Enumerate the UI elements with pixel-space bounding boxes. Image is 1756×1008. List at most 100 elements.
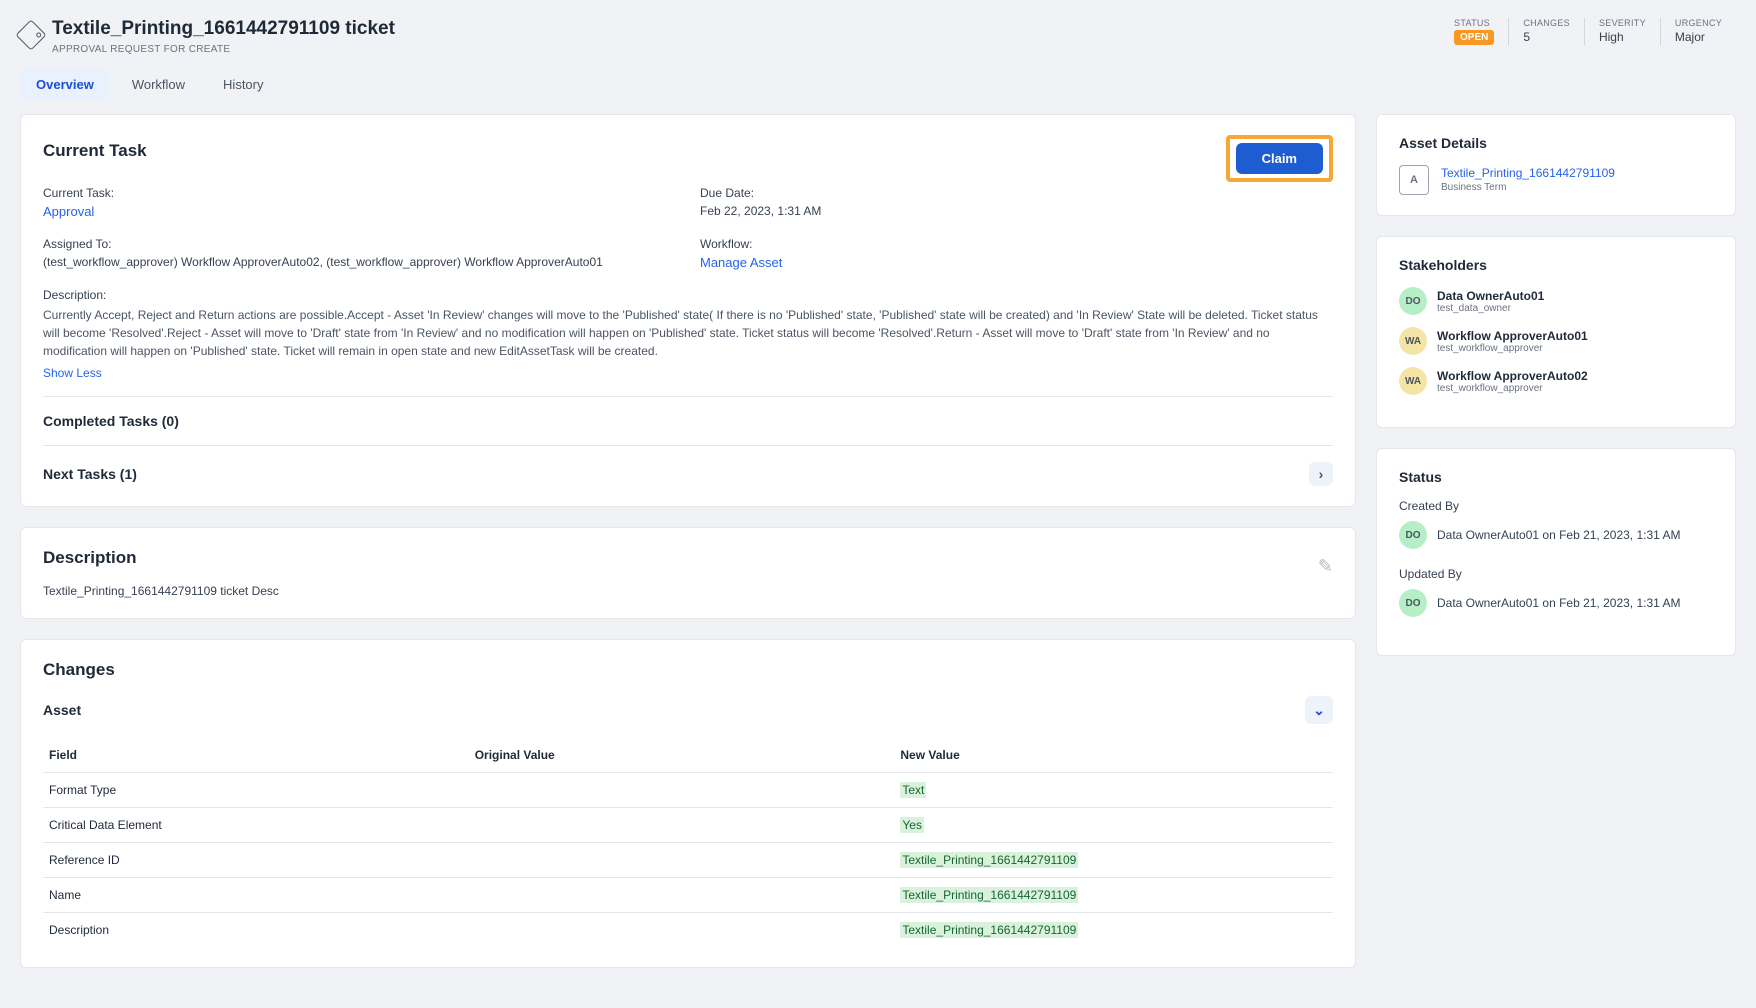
cell-original xyxy=(469,843,895,878)
asset-subtitle: Business Term xyxy=(1441,182,1615,193)
stakeholder-name: Workflow ApproverAuto02 xyxy=(1437,369,1588,383)
metric-changes: CHANGES 5 xyxy=(1508,18,1584,45)
description-body: Textile_Printing_1661442791109 ticket De… xyxy=(43,584,1333,598)
stakeholder-role: test_workflow_approver xyxy=(1437,343,1588,354)
cell-field: Name xyxy=(43,878,469,913)
task-description-value: Currently Accept, Reject and Return acti… xyxy=(43,306,1333,360)
metric-changes-label: CHANGES xyxy=(1523,18,1570,28)
metric-urgency-value: Major xyxy=(1675,30,1722,44)
changes-heading: Changes xyxy=(43,660,1333,680)
stakeholder-name: Workflow ApproverAuto01 xyxy=(1437,329,1588,343)
assigned-to-label: Assigned To: xyxy=(43,237,676,251)
metric-status-label: STATUS xyxy=(1454,18,1494,28)
current-task-label: Current Task: xyxy=(43,186,676,200)
workflow-value-link[interactable]: Manage Asset xyxy=(700,255,782,270)
cell-new: Yes xyxy=(894,808,1333,843)
pencil-icon: ✎ xyxy=(1318,556,1333,576)
next-tasks-expand-button[interactable]: › xyxy=(1309,462,1333,486)
new-value-badge: Textile_Printing_1661442791109 xyxy=(900,887,1078,903)
changes-card: Changes Asset ⌄ Field Original Value New… xyxy=(20,639,1356,968)
new-value-badge: Yes xyxy=(900,817,924,833)
description-heading: Description xyxy=(43,548,137,568)
page-header: Textile_Printing_1661442791109 ticket AP… xyxy=(20,18,1736,55)
cell-original xyxy=(469,808,895,843)
created-by-label: Created By xyxy=(1399,499,1713,513)
due-date-value: Feb 22, 2023, 1:31 AM xyxy=(700,204,1333,218)
cell-field: Reference ID xyxy=(43,843,469,878)
metric-severity-label: SEVERITY xyxy=(1599,18,1646,28)
current-task-value-link[interactable]: Approval xyxy=(43,204,94,219)
table-row: Critical Data Element Yes xyxy=(43,808,1333,843)
next-tasks-heading: Next Tasks (1) xyxy=(43,466,137,482)
status-heading: Status xyxy=(1399,469,1713,485)
list-item: WA Workflow ApproverAuto02test_workflow_a… xyxy=(1399,367,1713,395)
status-card: Status Created By DO Data OwnerAuto01 on… xyxy=(1376,448,1736,656)
stakeholders-heading: Stakeholders xyxy=(1399,257,1713,273)
changes-table: Field Original Value New Value Format Ty… xyxy=(43,738,1333,947)
page-title: Textile_Printing_1661442791109 ticket xyxy=(52,18,395,40)
new-value-badge: Textile_Printing_1661442791109 xyxy=(900,922,1078,938)
stakeholder-role: test_workflow_approver xyxy=(1437,383,1588,394)
avatar: DO xyxy=(1399,589,1427,617)
workflow-label: Workflow: xyxy=(700,237,1333,251)
cell-original xyxy=(469,773,895,808)
divider xyxy=(43,396,1333,397)
metric-urgency: URGENCY Major xyxy=(1660,18,1736,45)
cell-new: Textile_Printing_1661442791109 xyxy=(894,843,1333,878)
cell-field: Format Type xyxy=(43,773,469,808)
completed-tasks-heading: Completed Tasks (0) xyxy=(43,413,179,429)
metric-urgency-label: URGENCY xyxy=(1675,18,1722,28)
created-by-text: Data OwnerAuto01 on Feb 21, 2023, 1:31 A… xyxy=(1437,528,1681,542)
tab-history[interactable]: History xyxy=(207,69,279,100)
updated-by-text: Data OwnerAuto01 on Feb 21, 2023, 1:31 A… xyxy=(1437,596,1681,610)
chevron-right-icon: › xyxy=(1319,466,1324,482)
list-item: DOData OwnerAuto01test_data_owner xyxy=(1399,287,1713,315)
avatar: DO xyxy=(1399,521,1427,549)
avatar: WA xyxy=(1399,327,1427,355)
show-less-toggle[interactable]: Show Less xyxy=(43,366,102,380)
list-item: WA Workflow ApproverAuto01test_workflow_a… xyxy=(1399,327,1713,355)
stakeholders-card: Stakeholders DOData OwnerAuto01test_data… xyxy=(1376,236,1736,428)
edit-description-button[interactable]: ✎ xyxy=(1318,556,1333,577)
asset-type-icon: A xyxy=(1399,165,1429,195)
table-row: Reference ID Textile_Printing_16614427911… xyxy=(43,843,1333,878)
table-row: Description Textile_Printing_166144279110… xyxy=(43,913,1333,948)
cell-field: Critical Data Element xyxy=(43,808,469,843)
metric-changes-value: 5 xyxy=(1523,30,1570,44)
asset-details-card: Asset Details A Textile_Printing_1661442… xyxy=(1376,114,1736,216)
assigned-to-value: (test_workflow_approver) Workflow Approv… xyxy=(43,255,676,269)
changes-asset-toggle[interactable]: ⌄ xyxy=(1305,696,1333,724)
due-date-label: Due Date: xyxy=(700,186,1333,200)
stakeholder-role: test_data_owner xyxy=(1437,303,1544,314)
tab-workflow[interactable]: Workflow xyxy=(116,69,201,100)
cell-new: Text xyxy=(894,773,1333,808)
stakeholder-name: Data OwnerAuto01 xyxy=(1437,289,1544,303)
divider xyxy=(43,445,1333,446)
current-task-card: Current Task Claim Current Task: Approva… xyxy=(20,114,1356,507)
claim-highlight-box: Claim xyxy=(1226,135,1333,182)
changes-asset-label: Asset xyxy=(43,702,81,718)
chevron-down-icon: ⌄ xyxy=(1313,702,1325,719)
header-metrics: STATUS OPEN CHANGES 5 SEVERITY High URGE… xyxy=(1440,18,1736,45)
description-card: Description ✎ Textile_Printing_166144279… xyxy=(20,527,1356,619)
claim-button[interactable]: Claim xyxy=(1236,143,1323,174)
cell-field: Description xyxy=(43,913,469,948)
cell-new: Textile_Printing_1661442791109 xyxy=(894,913,1333,948)
ticket-icon xyxy=(15,19,46,50)
col-field: Field xyxy=(43,738,469,773)
tab-overview[interactable]: Overview xyxy=(20,69,110,100)
cell-new: Textile_Printing_1661442791109 xyxy=(894,878,1333,913)
cell-original xyxy=(469,913,895,948)
metric-status: STATUS OPEN xyxy=(1440,18,1508,45)
task-description-label: Description: xyxy=(43,288,1333,302)
tab-bar: Overview Workflow History xyxy=(20,69,1736,100)
asset-link[interactable]: Textile_Printing_1661442791109 xyxy=(1441,166,1615,180)
page-subtitle: APPROVAL REQUEST FOR CREATE xyxy=(52,44,395,55)
metric-severity-value: High xyxy=(1599,30,1646,44)
col-new: New Value xyxy=(894,738,1333,773)
new-value-badge: Text xyxy=(900,782,926,798)
col-original: Original Value xyxy=(469,738,895,773)
asset-details-heading: Asset Details xyxy=(1399,135,1713,151)
table-row: Name Textile_Printing_1661442791109 xyxy=(43,878,1333,913)
avatar: WA xyxy=(1399,367,1427,395)
